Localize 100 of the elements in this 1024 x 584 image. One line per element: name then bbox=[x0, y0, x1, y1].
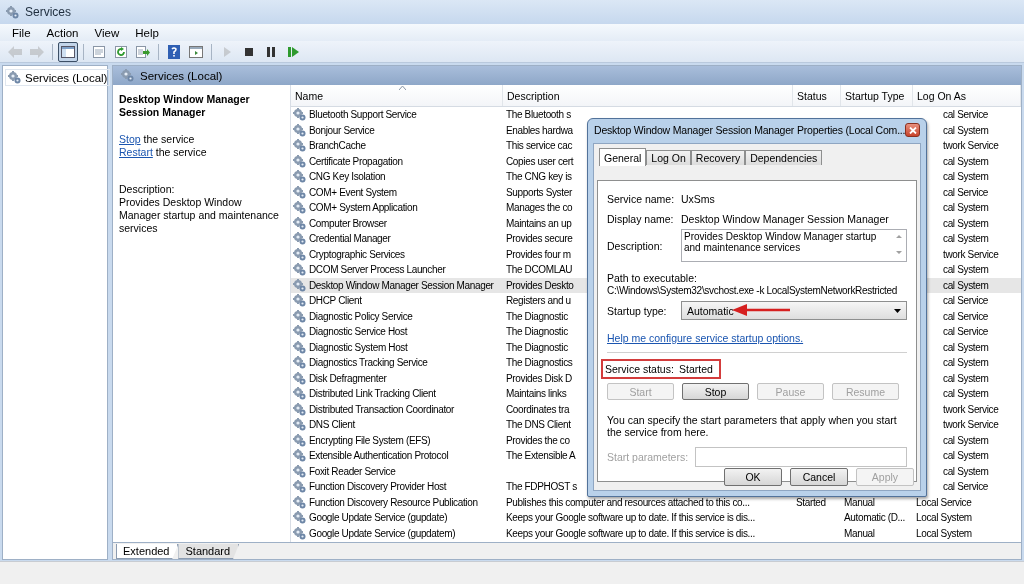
table-cell: The CNG key is bbox=[506, 171, 572, 183]
action-text: Restart the service bbox=[119, 146, 208, 159]
table-cell: The DNS Client bbox=[506, 419, 571, 431]
service-name: Cryptographic Services bbox=[309, 248, 405, 260]
table-cell: Registers and u bbox=[506, 295, 571, 307]
table-cell: twork Service bbox=[943, 403, 999, 415]
field-label: Service name: bbox=[607, 193, 676, 205]
table-cell: The Diagnostic bbox=[506, 341, 568, 353]
path-label: Path to executable: bbox=[607, 272, 698, 284]
table-cell: cal System bbox=[943, 217, 989, 229]
table-cell: The FDPHOST s bbox=[506, 481, 577, 493]
table-cell: The Diagnostic bbox=[506, 326, 568, 338]
table-cell: cal System bbox=[943, 202, 989, 214]
service-name: DCOM Server Process Launcher bbox=[309, 264, 446, 276]
service-name: COM+ System Application bbox=[309, 202, 418, 214]
service-name: BranchCache bbox=[309, 140, 366, 152]
pane-title: Services (Local) bbox=[140, 69, 223, 82]
table-cell: cal System bbox=[943, 233, 989, 245]
description-text: Provides Desktop Window Manager startup and maintenance services bbox=[119, 196, 280, 235]
table-cell: twork Service bbox=[943, 140, 999, 152]
field-value: UxSms bbox=[681, 193, 716, 205]
table-cell: cal Service bbox=[943, 109, 989, 121]
dialog-title: Desktop Window Manager Session Manager Properties (Local Com... bbox=[594, 124, 906, 136]
table-cell: Maintains links bbox=[506, 388, 567, 400]
table-cell: cal System bbox=[943, 357, 989, 369]
table-cell: Provides secure bbox=[506, 233, 573, 245]
service-name: Distributed Transaction Coordinator bbox=[309, 403, 455, 415]
table-cell: Enables hardwa bbox=[506, 124, 573, 136]
service-name: Diagnostic Service Host bbox=[309, 326, 408, 338]
table-cell: Provides four m bbox=[506, 248, 571, 260]
table-cell: cal Service bbox=[943, 310, 989, 322]
table-cell: cal System bbox=[943, 279, 989, 291]
table-cell: Local System bbox=[916, 527, 972, 539]
table-cell: cal System bbox=[943, 465, 989, 477]
table-cell: Provides the co bbox=[506, 434, 570, 446]
service-name: COM+ Event System bbox=[309, 186, 397, 198]
table-cell: cal Service bbox=[943, 326, 989, 338]
description-label: Description: bbox=[119, 183, 176, 196]
service-name: Credential Manager bbox=[309, 233, 391, 245]
table-cell: Maintains an up bbox=[506, 217, 572, 229]
field-value: Desktop Window Manager Session Manager bbox=[681, 213, 890, 225]
table-cell: cal Service bbox=[943, 481, 989, 493]
action-text: Stop the service bbox=[119, 133, 196, 146]
field-label: Description: bbox=[607, 239, 664, 252]
table-cell: cal Service bbox=[943, 186, 989, 198]
service-name: Certificate Propagation bbox=[309, 155, 403, 167]
table-cell: cal System bbox=[943, 341, 989, 353]
table-cell: cal System bbox=[943, 171, 989, 183]
table-cell: cal System bbox=[943, 434, 989, 446]
table-cell: cal System bbox=[943, 155, 989, 167]
table-cell: Manual bbox=[844, 496, 875, 508]
table-cell: The Diagnostics bbox=[506, 357, 573, 369]
table-cell: Local System bbox=[916, 512, 972, 524]
table-cell: Publishes this computer and resources attached to this co... bbox=[506, 496, 750, 508]
table-cell: cal System bbox=[943, 124, 989, 136]
service-name: CNG Key Isolation bbox=[309, 171, 386, 183]
service-name: Disk Defragmenter bbox=[309, 372, 387, 384]
field-label: Start parameters: bbox=[607, 451, 690, 463]
table-cell: This service cac bbox=[506, 140, 573, 152]
field-label: Service status: bbox=[605, 363, 675, 375]
field-label: Display name: bbox=[607, 213, 675, 225]
service-name: Function Discovery Resource Publication bbox=[309, 496, 478, 508]
service-name: Diagnostic Policy Service bbox=[309, 310, 413, 322]
table-cell: cal System bbox=[943, 372, 989, 384]
table-cell: The Diagnostic bbox=[506, 310, 568, 322]
table-cell: twork Service bbox=[943, 248, 999, 260]
table-cell: Copies user cert bbox=[506, 155, 574, 167]
service-name: Encrypting File System (EFS) bbox=[309, 434, 431, 446]
service-name: Google Update Service (gupdatem) bbox=[309, 527, 456, 539]
table-cell: Supports Syster bbox=[506, 186, 572, 198]
service-name: Google Update Service (gupdate) bbox=[309, 512, 448, 524]
service-title: Desktop Window Manager Session Manager bbox=[119, 93, 251, 119]
table-cell: Local Service bbox=[916, 496, 972, 508]
path-value: C:\Windows\System32\svchost.exe -k LocalSystemNetworkRestricted bbox=[607, 284, 899, 297]
field-label: Startup type: bbox=[607, 304, 668, 317]
table-cell: Provides Disk D bbox=[506, 372, 572, 384]
service-name: Desktop Window Manager Session Manager bbox=[309, 279, 494, 291]
table-cell: twork Service bbox=[943, 419, 999, 431]
table-cell: Started bbox=[796, 496, 826, 508]
service-name: Extensible Authentication Protocol bbox=[309, 450, 449, 462]
field-value: Started bbox=[679, 363, 713, 375]
service-name: Computer Browser bbox=[309, 217, 387, 229]
table-cell: cal System bbox=[943, 450, 989, 462]
table-cell: Automatic (D... bbox=[844, 512, 905, 524]
service-name: Bonjour Service bbox=[309, 124, 375, 136]
service-name: Foxit Reader Service bbox=[309, 465, 396, 477]
table-cell: The DCOMLAU bbox=[506, 264, 573, 276]
service-name: Function Discovery Provider Host bbox=[309, 481, 447, 493]
table-cell: Keeps your Google software up to date. If this service is dis... bbox=[506, 512, 755, 524]
help-text: You can specify the start parameters that apply when you start the service from here. bbox=[607, 414, 898, 438]
table-cell: cal System bbox=[943, 264, 989, 276]
table-cell: Provides Deskto bbox=[506, 279, 574, 291]
service-name: Diagnostic System Host bbox=[309, 341, 408, 353]
table-cell: cal System bbox=[943, 388, 989, 400]
table-cell: Keeps your Google software up to date. If this service is dis... bbox=[506, 527, 755, 539]
service-name: DNS Client bbox=[309, 419, 355, 431]
table-cell: The Extensible A bbox=[506, 450, 576, 462]
service-name: Distributed Link Tracking Client bbox=[309, 388, 436, 400]
service-name: DHCP Client bbox=[309, 295, 362, 307]
table-cell: Manual bbox=[844, 527, 875, 539]
